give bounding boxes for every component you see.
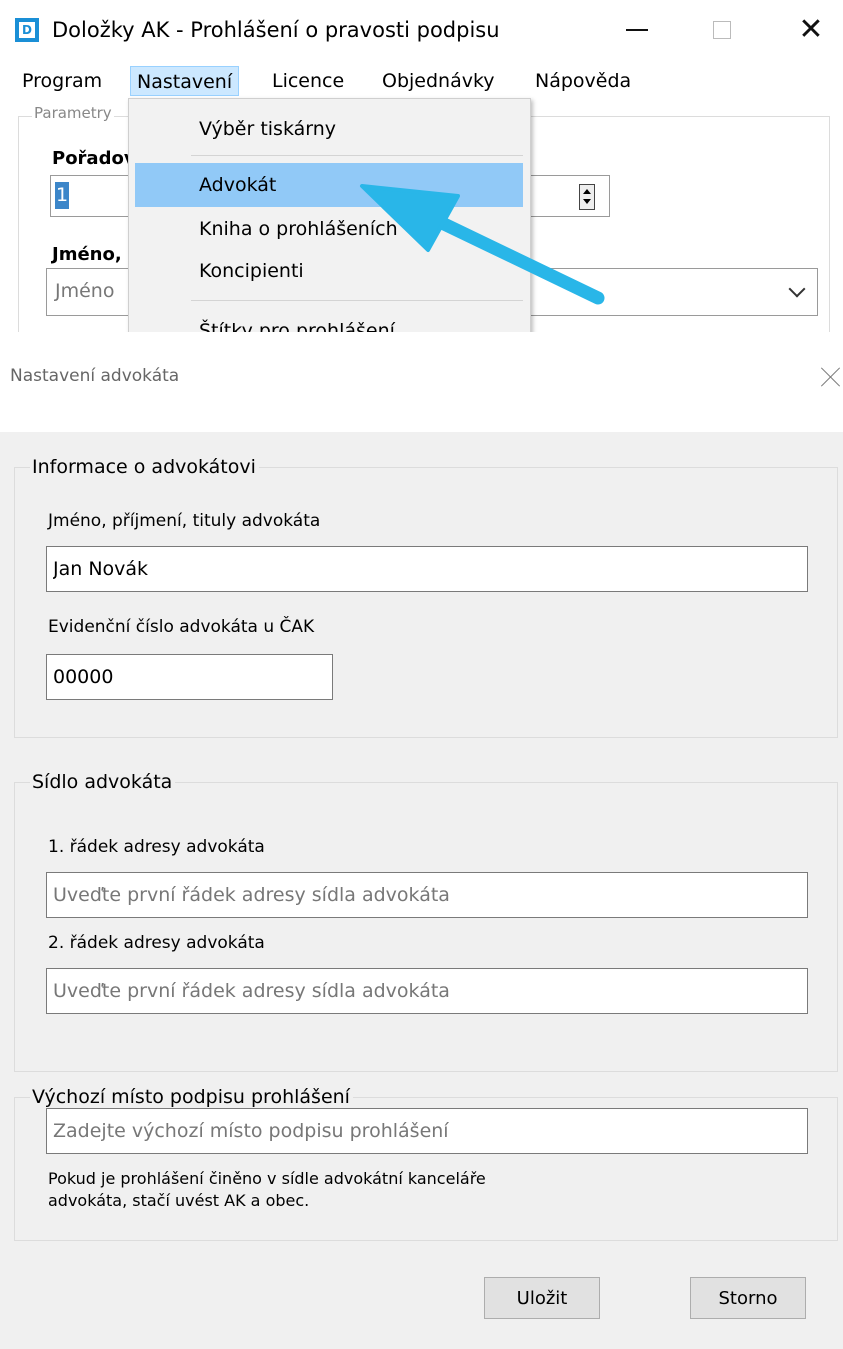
signing-place-hint-line2: advokáta, stačí uvést AK a obec. xyxy=(48,1191,310,1210)
dialog-titlebar xyxy=(0,352,843,432)
app-window: D Doložky AK - Prohlášení o pravosti pod… xyxy=(0,0,843,332)
dialog-close-icon[interactable] xyxy=(818,364,843,390)
address-line2-field[interactable] xyxy=(46,968,808,1014)
name-field-label: Jméno, příjmení, tituly advokáta xyxy=(48,511,321,531)
signing-place-hint-line1: Pokud je prohlášení činěno v sídle advok… xyxy=(48,1169,486,1188)
address-line2-label: 2. řádek adresy advokáta xyxy=(48,933,265,953)
address-line1-label: 1. řádek adresy advokáta xyxy=(48,837,265,857)
dialog-title: Nastavení advokáta xyxy=(10,366,180,386)
pointer-arrow xyxy=(360,184,605,305)
address-line1-field[interactable] xyxy=(46,872,808,918)
seat-group-legend: Sídlo advokáta xyxy=(30,770,176,794)
name-field[interactable] xyxy=(46,546,808,592)
info-group-legend: Informace o advokátovi xyxy=(30,455,259,479)
signing-place-legend: Výchozí místo podpisu prohlášení xyxy=(30,1085,353,1109)
save-button[interactable]: Uložit xyxy=(484,1277,600,1319)
reg-number-label: Evidenční číslo advokáta u ČAK xyxy=(48,617,315,637)
signing-place-field[interactable] xyxy=(46,1108,808,1154)
seat-group xyxy=(14,782,838,1072)
cancel-button[interactable]: Storno xyxy=(690,1277,806,1319)
arrow-head xyxy=(360,184,460,252)
reg-number-field[interactable] xyxy=(46,654,333,700)
